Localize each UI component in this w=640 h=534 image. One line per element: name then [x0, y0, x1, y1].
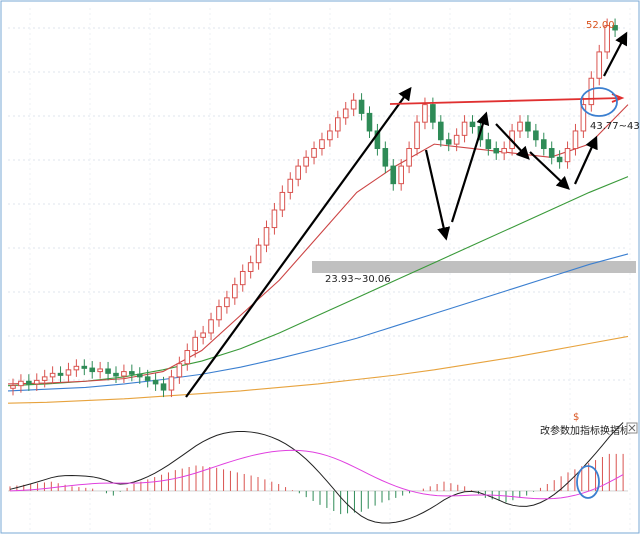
candle-body: [136, 373, 143, 378]
ma-line: [7, 104, 629, 385]
candle-body: [121, 371, 127, 377]
trend-arrow: [424, 149, 451, 241]
candle-body: [144, 376, 151, 381]
candle-body: [232, 284, 238, 299]
candle-body: [556, 156, 563, 163]
candle-body: [453, 134, 460, 145]
candle-body: [129, 371, 135, 375]
candle-body: [208, 319, 214, 334]
add-indicator-button[interactable]: 加指标: [570, 424, 600, 437]
candle-body: [160, 383, 167, 391]
candle-body: [89, 367, 96, 373]
candle-body: [311, 148, 317, 158]
candle-body: [533, 130, 539, 141]
candle-body: [81, 365, 88, 369]
candle-body: [216, 306, 222, 321]
candle-body: [517, 121, 523, 132]
candle-body: [113, 372, 119, 377]
stock-chart: 52.00 43.77~43.00 23.93~30.06 $ 改参数 加指标 …: [0, 0, 640, 534]
breakout-circle: [580, 87, 618, 117]
macd-panel: [8, 422, 628, 524]
candle-body: [73, 365, 80, 371]
macd-dif-line: [9, 422, 624, 524]
candle-body: [287, 178, 294, 193]
candle-body: [279, 191, 286, 211]
chart-stage: 52.00 43.77~43.00 23.93~30.06 $ 改参数 加指标 …: [0, 0, 640, 534]
candle-body: [548, 148, 555, 158]
candle-body: [255, 244, 262, 264]
price-band: [312, 261, 636, 273]
candle-body: [588, 77, 595, 106]
candle-body: [271, 209, 278, 229]
candle-body: [564, 148, 571, 163]
candle-body: [366, 112, 373, 132]
candle-body: [10, 385, 16, 389]
candle-body: [430, 104, 436, 123]
candle-body: [168, 376, 175, 391]
candle-body: [350, 99, 357, 110]
switch-indicator-button[interactable]: 换指标: [600, 424, 630, 437]
candle-body: [398, 165, 404, 185]
candle-body: [501, 148, 507, 154]
candle-body: [239, 270, 246, 286]
candle-body: [540, 139, 547, 150]
candle-body: [327, 130, 333, 141]
candle-body: [485, 139, 492, 150]
candle-body: [41, 376, 48, 381]
candlesticks: [10, 18, 618, 398]
candle-body: [303, 156, 309, 167]
annotation-overlay: [185, 31, 628, 398]
candle-body: [335, 117, 341, 132]
candle-body: [247, 262, 254, 272]
candle-body: [445, 139, 452, 145]
candle-body: [18, 380, 24, 387]
candle-body: [33, 379, 40, 385]
candle-body: [382, 148, 389, 167]
high-price-label: 52.00: [586, 20, 615, 31]
candle-body: [358, 99, 365, 114]
candle-body: [176, 363, 183, 378]
candle-body: [224, 297, 230, 308]
candle-body: [469, 121, 476, 128]
candle-body: [49, 372, 56, 378]
candle-body: [437, 121, 444, 141]
candle-body: [295, 165, 301, 180]
candle-body: [493, 148, 500, 154]
candle-body: [263, 227, 270, 246]
macd-dea-line: [9, 449, 624, 500]
candle-body: [97, 368, 103, 373]
band-label: 23.93~30.06: [325, 274, 391, 285]
candle-body: [572, 130, 579, 150]
candle-body: [105, 368, 111, 374]
candle-body: [422, 104, 428, 123]
candle-body: [65, 369, 72, 376]
candle-body: [525, 121, 531, 132]
resistance-label: 43.77~43.00: [590, 121, 640, 132]
candle-body: [152, 379, 159, 385]
candle-body: [414, 121, 420, 150]
candle-body: [319, 139, 325, 150]
candle-body: [406, 148, 412, 167]
candle-body: [184, 350, 191, 365]
candle-body: [192, 336, 199, 352]
moving-averages: [7, 104, 629, 404]
candle-body: [26, 380, 32, 385]
candle-body: [461, 121, 468, 136]
candle-body: [342, 108, 349, 119]
trend-arrow: [185, 86, 412, 398]
candle-body: [57, 372, 64, 376]
candle-body: [596, 51, 603, 79]
candle-body: [390, 165, 397, 185]
macd-marker: $: [573, 412, 579, 423]
candle-body: [200, 332, 206, 338]
edit-params-button[interactable]: 改参数: [540, 424, 570, 437]
